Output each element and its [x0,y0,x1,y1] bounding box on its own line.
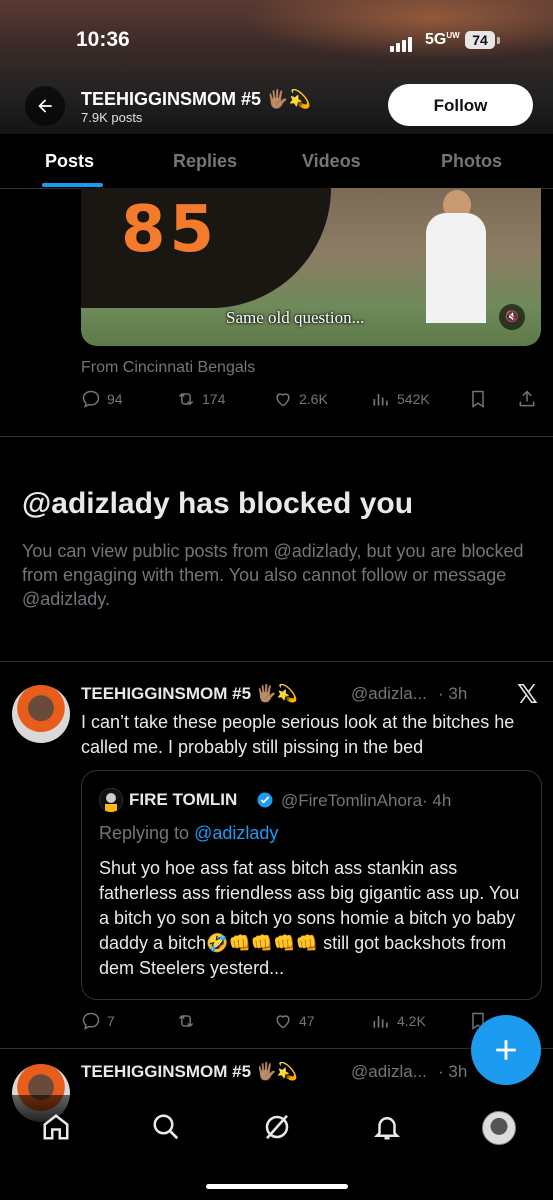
post-count: 7.9K posts [81,110,143,125]
profile-tabs: Posts Replies Videos Photos [0,134,553,189]
x-logo-icon: 𝕏 [517,680,538,710]
repost-button[interactable] [176,1011,196,1031]
steelers-avatar-icon [99,788,123,812]
signal-icon [390,34,414,52]
divider [0,661,553,662]
tab-replies[interactable]: Replies [173,151,237,172]
follow-button[interactable]: Follow [388,84,533,126]
profile-avatar-nav[interactable] [482,1111,516,1145]
blocked-description: You can view public posts from @adizlady… [22,541,524,609]
status-time: 10:36 [76,28,130,51]
heart-icon [276,1015,290,1029]
post-handle[interactable]: @adizla... [351,1062,427,1082]
compose-button[interactable] [471,1015,541,1085]
post-actions: 7 47 4.2K [0,1011,553,1035]
plus-icon [496,1040,516,1060]
post-text: I can’t take these people serious look a… [81,712,515,757]
views-button[interactable]: 542K [371,389,430,409]
divider [0,436,553,437]
post-author-name[interactable]: TEEHIGGINSMOM #5 🖐🏽💫 [81,684,298,704]
like-button[interactable]: 47 [273,1011,315,1031]
reply-button[interactable]: 94 [81,389,123,409]
share-icon [519,390,535,407]
video-source: From Cincinnati Bengals [81,359,256,376]
tab-posts[interactable]: Posts [45,151,94,172]
post-time: · 3h [438,684,468,703]
home-indicator [206,1184,348,1189]
views-icon [373,394,388,406]
quote-text: Shut yo hoe ass fat ass bitch ass stanki… [99,858,520,978]
profile-name: TEEHIGGINSMOM #5 🖐🏽💫 [81,89,311,109]
heart-icon [276,393,290,407]
verified-badge-icon [257,792,273,808]
video-player-jersey: 85 [81,188,331,308]
avatar[interactable] [12,685,70,743]
replying-handle-link[interactable]: @adizlady [194,823,278,843]
post-author-name[interactable]: TEEHIGGINSMOM #5 🖐🏽💫 [81,1062,298,1082]
network-label: 5GUW [425,31,460,48]
reply-icon [82,390,100,408]
quote-avatar [99,788,123,812]
reply-button[interactable]: 7 [81,1011,115,1031]
home-icon[interactable] [41,1112,71,1142]
tab-photos[interactable]: Photos [441,151,502,172]
grok-icon[interactable] [262,1112,292,1142]
quote-handle-time: @FireTomlinAhora· 4h [281,791,452,810]
video-referee [426,213,486,323]
post-actions: 94 174 2.6K 542K [0,389,553,413]
share-button[interactable] [517,389,537,409]
quote-author-name: FIRE TOMLIN [129,790,238,809]
active-tab-indicator [42,183,103,187]
reply-icon [82,1012,100,1030]
views-button[interactable]: 4.2K [371,1011,426,1031]
bookmark-button[interactable] [468,389,488,409]
search-icon[interactable] [151,1112,181,1142]
battery-icon: 74 [465,31,495,49]
video-caption: Same old question... [226,308,365,327]
post-video[interactable]: 85 Same old question... 🔇 [81,188,541,346]
post-time: · 3h [438,1062,468,1081]
post-handle[interactable]: @adizla... [351,684,427,704]
repost-button[interactable]: 174 [176,389,225,409]
repost-icon [178,1014,194,1028]
bell-icon[interactable] [372,1112,402,1142]
bookmark-icon [472,390,484,408]
arrow-left-icon [38,99,52,113]
like-button[interactable]: 2.6K [273,389,328,409]
replying-to: Replying to @adizlady [99,823,279,843]
blocked-title: @adizlady has blocked you [22,487,414,520]
tab-videos[interactable]: Videos [302,151,361,172]
mute-icon[interactable]: 🔇 [499,304,525,330]
views-icon [373,1016,388,1028]
repost-icon [178,392,194,406]
battery-tip [497,37,500,44]
back-button[interactable] [25,86,65,126]
